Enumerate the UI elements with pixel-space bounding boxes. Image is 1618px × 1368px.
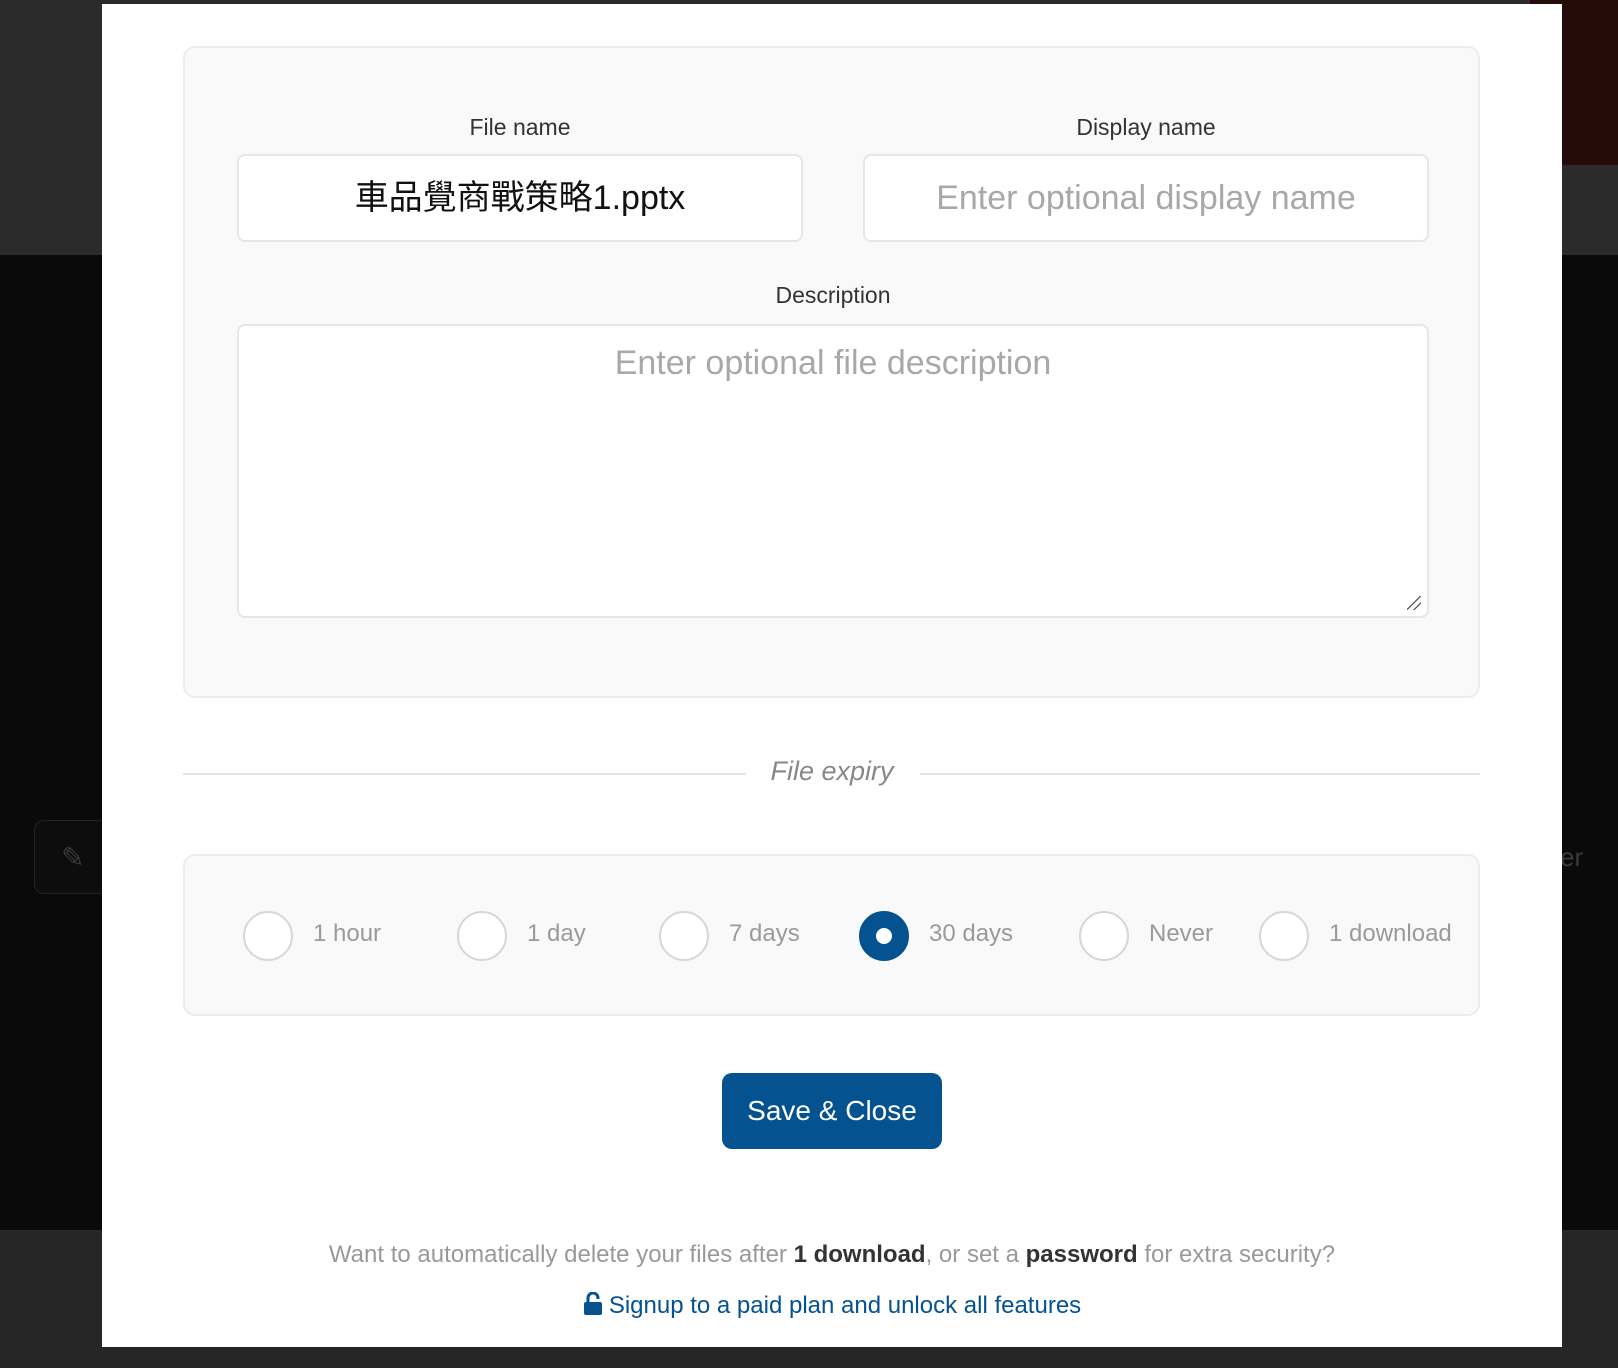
upsell-bold-password: password	[1025, 1241, 1138, 1268]
description-placeholder: Enter optional file description	[614, 344, 1052, 382]
radio-label-1-hour[interactable]: 1 hour	[313, 920, 381, 948]
radio-never[interactable]	[1079, 911, 1129, 961]
file-name-label: File name	[469, 114, 571, 140]
radio-label-1-day[interactable]: 1 day	[527, 920, 586, 948]
radio-1-download[interactable]	[1259, 911, 1309, 961]
description-textarea[interactable]: Enter optional file description	[237, 324, 1429, 618]
signup-link[interactable]: Signup to a paid plan and unlock all fea…	[102, 1291, 1562, 1320]
details-panel: File name 車品覺商戰策略1.pptx Display name Ent…	[183, 46, 1480, 698]
save-close-button[interactable]: Save & Close	[722, 1073, 942, 1149]
radio-label-7-days[interactable]: 7 days	[729, 920, 800, 948]
file-settings-modal: File name 車品覺商戰策略1.pptx Display name Ent…	[102, 4, 1562, 1347]
radio-30-days[interactable]	[859, 911, 909, 961]
file-name-input[interactable]: 車品覺商戰策略1.pptx	[237, 154, 803, 242]
upsell-text: Want to automatically delete your files …	[102, 1241, 1562, 1269]
upsell-bold-download: 1 download	[793, 1241, 926, 1268]
radio-1-hour[interactable]	[243, 911, 293, 961]
upsell-text-part: for extra security?	[1137, 1241, 1336, 1268]
upsell-text-part: , or set a	[925, 1241, 1026, 1268]
description-label: Description	[775, 282, 891, 308]
radio-1-day[interactable]	[457, 911, 507, 961]
display-name-input[interactable]: Enter optional display name	[863, 154, 1429, 242]
edit-icon: ✎	[61, 842, 85, 873]
radio-7-days[interactable]	[659, 911, 709, 961]
resize-handle[interactable]	[1407, 596, 1421, 610]
radio-label-30-days[interactable]: 30 days	[929, 920, 1013, 948]
radio-label-never[interactable]: Never	[1149, 920, 1213, 948]
signup-link-label: Signup to a paid plan and unlock all fea…	[608, 1292, 1082, 1319]
display-name-label: Display name	[1076, 114, 1216, 140]
file-expiry-title: File expiry	[770, 756, 894, 786]
radio-label-1-download[interactable]: 1 download	[1329, 920, 1452, 948]
unlock-icon	[583, 1291, 602, 1315]
background-text: er	[1560, 842, 1584, 872]
upsell-text-part: Want to automatically delete your files …	[328, 1241, 794, 1268]
